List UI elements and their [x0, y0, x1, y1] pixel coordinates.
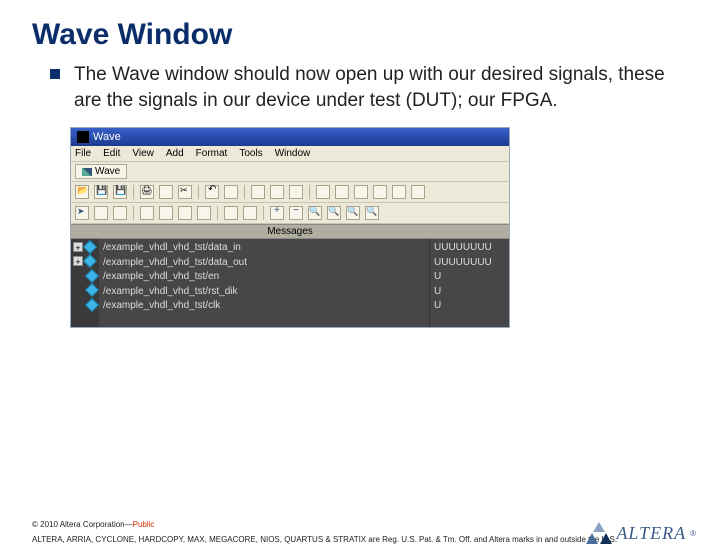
page-title: Wave Window — [32, 18, 720, 52]
zoom-full-icon[interactable] — [308, 206, 322, 220]
menu-file[interactable]: File — [75, 148, 91, 159]
bullet-icon — [50, 69, 60, 79]
signal-type-icon — [83, 254, 97, 268]
toolbar-row-2 — [71, 203, 509, 224]
tool-icon[interactable] — [113, 206, 127, 220]
signal-row-ctrl — [71, 268, 99, 283]
wave-window-screenshot: Wave File Edit View Add Format Tools Win… — [70, 127, 510, 328]
signal-row-ctrl: + — [71, 239, 99, 254]
undo-icon[interactable] — [205, 185, 219, 199]
tool-icon[interactable] — [140, 206, 154, 220]
expand-icon[interactable]: + — [73, 256, 83, 266]
separator-icon — [309, 185, 310, 199]
tool-icon[interactable] — [373, 185, 387, 199]
signal-value: U — [434, 299, 505, 314]
menu-view[interactable]: View — [132, 148, 154, 159]
menu-format[interactable]: Format — [196, 148, 228, 159]
menu-tools[interactable]: Tools — [239, 148, 262, 159]
toolbar-row-1 — [71, 182, 509, 203]
messages-header: Messages — [71, 224, 509, 239]
cursor-icon[interactable] — [75, 206, 89, 220]
signal-row-ctrl — [71, 283, 99, 298]
signal-row-ctrl — [71, 297, 99, 312]
signal-value: UUUUUUUU — [434, 241, 505, 256]
separator-icon — [133, 185, 134, 199]
signal-expand-column: + + — [71, 239, 99, 327]
zoom-range-icon[interactable] — [365, 206, 379, 220]
signal-value: UUUUUUUU — [434, 256, 505, 271]
window-titlebar: Wave — [71, 128, 509, 146]
tool-icon[interactable] — [270, 185, 284, 199]
save-icon[interactable] — [94, 185, 108, 199]
signal-type-icon — [85, 283, 99, 297]
tool-icon[interactable] — [316, 185, 330, 199]
signal-name-column: /example_vhdl_vhd_tst/data_in /example_v… — [99, 239, 429, 327]
tool-icon[interactable] — [243, 206, 257, 220]
tab-bar: Wave — [71, 162, 509, 182]
separator-icon — [244, 185, 245, 199]
tool-icon[interactable] — [289, 185, 303, 199]
signal-name[interactable]: /example_vhdl_vhd_tst/data_in — [103, 241, 425, 256]
signal-row-ctrl: + — [71, 254, 99, 269]
separator-icon — [133, 206, 134, 220]
signal-name[interactable]: /example_vhdl_vhd_tst/data_out — [103, 256, 425, 271]
signal-name[interactable]: /example_vhdl_vhd_tst/en — [103, 270, 425, 285]
signal-value-column: UUUUUUUU UUUUUUUU U U U — [429, 239, 509, 327]
menu-add[interactable]: Add — [166, 148, 184, 159]
logo-mark-icon — [586, 522, 612, 544]
tab-label: Wave — [95, 166, 120, 177]
zoom-fit-icon[interactable] — [327, 206, 341, 220]
zoom-in-icon[interactable] — [270, 206, 284, 220]
signal-type-icon — [85, 268, 99, 282]
logo-text: ALTERA — [616, 523, 686, 544]
redo-icon[interactable] — [224, 185, 238, 199]
tool-icon[interactable] — [224, 206, 238, 220]
tool-icon[interactable] — [392, 185, 406, 199]
classification-label: Public — [133, 520, 155, 529]
tool-icon[interactable] — [159, 206, 173, 220]
registered-mark-icon: ® — [690, 529, 696, 538]
separator-icon — [217, 206, 218, 220]
window-title: Wave — [93, 131, 121, 143]
body-text: The Wave window should now open up with … — [74, 62, 670, 113]
tab-wave[interactable]: Wave — [75, 164, 127, 179]
open-icon[interactable] — [75, 185, 89, 199]
altera-logo: ALTERA ® — [586, 522, 696, 544]
tool-icon[interactable] — [251, 185, 265, 199]
zoom-out-icon[interactable] — [289, 206, 303, 220]
tool-icon[interactable] — [197, 206, 211, 220]
save-all-icon[interactable] — [113, 185, 127, 199]
signal-type-icon — [85, 297, 99, 311]
separator-icon — [198, 185, 199, 199]
tool-icon[interactable] — [178, 206, 192, 220]
tool-icon[interactable] — [354, 185, 368, 199]
menu-bar: File Edit View Add Format Tools Window — [71, 146, 509, 162]
copy-icon[interactable] — [159, 185, 173, 199]
signal-name[interactable]: /example_vhdl_vhd_tst/rst_dik — [103, 285, 425, 300]
zoom-cursor-icon[interactable] — [346, 206, 360, 220]
signal-type-icon — [83, 239, 97, 253]
signal-value: U — [434, 285, 505, 300]
copyright-text: © 2010 Altera Corporation— — [32, 520, 133, 529]
menu-window[interactable]: Window — [275, 148, 311, 159]
signal-name[interactable]: /example_vhdl_vhd_tst/clk — [103, 299, 425, 314]
menu-edit[interactable]: Edit — [103, 148, 120, 159]
tool-icon[interactable] — [335, 185, 349, 199]
print-icon[interactable] — [140, 185, 154, 199]
signal-value: U — [434, 270, 505, 285]
cut-icon[interactable] — [178, 185, 192, 199]
separator-icon — [263, 206, 264, 220]
tool-icon[interactable] — [94, 206, 108, 220]
signals-panel: + + /example_vhdl_vhd_tst/data_in /examp… — [71, 239, 509, 327]
tool-icon[interactable] — [411, 185, 425, 199]
body-paragraph: The Wave window should now open up with … — [50, 62, 670, 113]
